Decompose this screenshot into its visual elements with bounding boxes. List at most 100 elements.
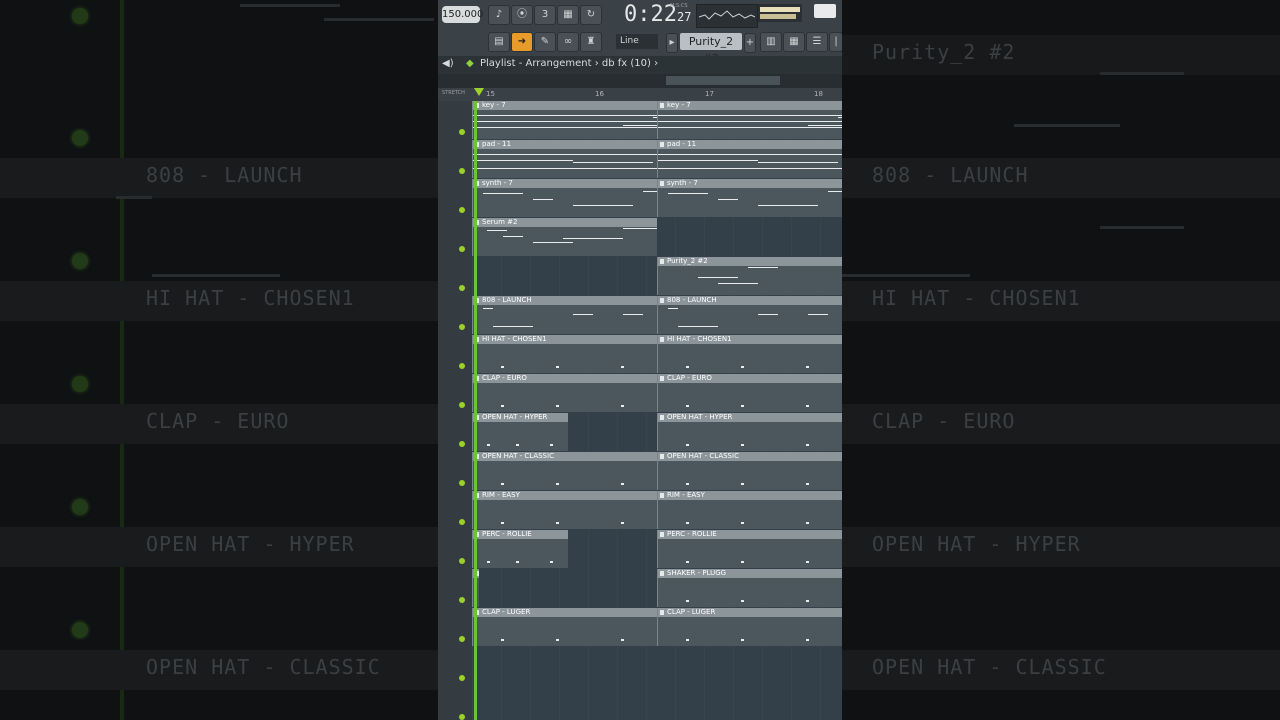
plugin-icon[interactable]: | bbox=[829, 32, 842, 52]
pattern-prev-icon[interactable]: ▸ bbox=[666, 33, 678, 53]
pattern-clip[interactable]: OPEN HAT - HYPER bbox=[472, 413, 569, 451]
loop-record-icon[interactable]: ↻ bbox=[580, 5, 602, 25]
pattern-clip[interactable]: Serum #2 bbox=[472, 218, 657, 256]
track-header[interactable] bbox=[438, 686, 472, 720]
pattern-selector[interactable]: Purity_2 #2 bbox=[680, 33, 742, 65]
track-mute-led[interactable] bbox=[459, 597, 465, 603]
clip-hit bbox=[741, 561, 745, 563]
pattern-clip[interactable]: RIM - EASY bbox=[472, 491, 657, 529]
pattern-clip[interactable]: PERC - ROLLIE bbox=[472, 530, 569, 568]
track-mute-led[interactable] bbox=[459, 285, 465, 291]
clip-body bbox=[658, 578, 842, 607]
pattern-clip[interactable]: key - 7 bbox=[657, 101, 842, 139]
clip-note bbox=[473, 154, 657, 155]
pattern-clip[interactable]: CLAP - LUGER bbox=[472, 608, 657, 646]
clip-note bbox=[493, 326, 533, 327]
track-header[interactable] bbox=[438, 374, 472, 414]
stamp-tool-icon[interactable]: ♜ bbox=[580, 32, 602, 52]
track-header[interactable] bbox=[438, 140, 472, 180]
track-mute-led[interactable] bbox=[459, 129, 465, 135]
pattern-add-icon[interactable]: + bbox=[744, 33, 756, 53]
clip-note bbox=[658, 121, 842, 122]
track-mute-led[interactable] bbox=[459, 675, 465, 681]
horizontal-scrollbar[interactable] bbox=[438, 74, 842, 88]
track-mute-led[interactable] bbox=[459, 207, 465, 213]
pattern-clip[interactable]: pad - 11 bbox=[472, 140, 657, 178]
track-header[interactable] bbox=[438, 296, 472, 336]
track-header[interactable] bbox=[438, 452, 472, 492]
countdown-icon[interactable]: 3 bbox=[534, 5, 556, 25]
track-header[interactable] bbox=[438, 101, 472, 141]
clip-note bbox=[678, 326, 718, 327]
pattern-clip[interactable]: OPEN HAT - HYPER bbox=[657, 413, 842, 451]
channel-rack-icon[interactable]: ▦ bbox=[783, 32, 805, 52]
record-mode-icon[interactable]: ⦿ bbox=[511, 5, 533, 25]
clip-note bbox=[658, 127, 842, 128]
track-mute-led[interactable] bbox=[459, 636, 465, 642]
pattern-clip[interactable]: key - 7 bbox=[472, 101, 657, 139]
pattern-clip[interactable]: Purity_2 #2 bbox=[657, 257, 842, 295]
track-mute-led[interactable] bbox=[459, 480, 465, 486]
pattern-clip[interactable]: CLAP - EURO bbox=[472, 374, 657, 412]
track-header[interactable] bbox=[438, 647, 472, 687]
piano-roll-icon[interactable]: ▤ bbox=[488, 32, 510, 52]
track-header[interactable] bbox=[438, 257, 472, 297]
pattern-clip[interactable]: 808 - LAUNCH bbox=[657, 296, 842, 334]
track-mute-led[interactable] bbox=[459, 714, 465, 720]
clip-note bbox=[623, 314, 643, 315]
track-header[interactable] bbox=[438, 413, 472, 453]
clip-label: pad - 11 bbox=[658, 140, 842, 149]
snap-select[interactable]: Line bbox=[616, 34, 658, 49]
track-mute-led[interactable] bbox=[459, 519, 465, 525]
bar-number: 17 bbox=[705, 90, 714, 98]
pattern-clip[interactable]: CLAP - EURO bbox=[657, 374, 842, 412]
pattern-clip[interactable]: OPEN HAT - CLASSIC bbox=[472, 452, 657, 490]
tempo-display[interactable]: 150.000 bbox=[442, 6, 483, 23]
track-header[interactable] bbox=[438, 179, 472, 219]
pattern-clip[interactable]: synth - 7 bbox=[657, 179, 842, 217]
track-mute-led[interactable] bbox=[459, 168, 465, 174]
clip-note bbox=[623, 228, 657, 229]
track-header[interactable] bbox=[438, 530, 472, 570]
pattern-clip[interactable]: CLAP - LUGER bbox=[657, 608, 842, 646]
arrow-tool-icon[interactable]: ➜ bbox=[511, 32, 533, 52]
clip-label: pad - 11 bbox=[473, 140, 657, 149]
clip-hit bbox=[500, 366, 504, 368]
track-header[interactable] bbox=[438, 569, 472, 609]
link-tool-icon[interactable]: ∞ bbox=[557, 32, 579, 52]
playlist-title[interactable]: Playlist - Arrangement bbox=[480, 58, 592, 69]
track-mute-led[interactable] bbox=[459, 402, 465, 408]
paint-tool-icon[interactable]: ✎ bbox=[534, 32, 556, 52]
speaker-icon[interactable]: ◀) bbox=[442, 58, 454, 69]
playlist-icon[interactable]: ▥ bbox=[760, 32, 782, 52]
track-mute-led[interactable] bbox=[459, 558, 465, 564]
track-header[interactable] bbox=[438, 491, 472, 531]
pattern-clip[interactable]: HI HAT - CHOSEN1 bbox=[657, 335, 842, 373]
mini-panel-icon[interactable] bbox=[814, 4, 836, 18]
pattern-clip[interactable]: 808 - LAUNCH bbox=[472, 296, 657, 334]
track-mute-led[interactable] bbox=[459, 363, 465, 369]
playhead-marker[interactable] bbox=[474, 88, 484, 96]
track-mute-led[interactable] bbox=[459, 441, 465, 447]
track-mute-led[interactable] bbox=[459, 324, 465, 330]
track-header[interactable] bbox=[438, 335, 472, 375]
pattern-clip[interactable]: synth - 7 bbox=[472, 179, 657, 217]
pattern-clip[interactable]: PERC - ROLLIE bbox=[657, 530, 842, 568]
timeline-ruler[interactable]: STRETCH 15 16 17 18 bbox=[438, 88, 842, 101]
metronome-icon[interactable]: ♪ bbox=[488, 5, 510, 25]
pattern-clip[interactable]: pad - 11 bbox=[657, 140, 842, 178]
pattern-clip[interactable]: SHAKER - PLUGG bbox=[657, 569, 842, 607]
mixer-icon[interactable]: ☰ bbox=[806, 32, 828, 52]
track-header[interactable] bbox=[438, 608, 472, 648]
pattern-clip[interactable]: OPEN HAT - CLASSIC bbox=[657, 452, 842, 490]
scroll-thumb[interactable] bbox=[666, 76, 780, 85]
step-edit-icon[interactable]: ▦ bbox=[557, 5, 579, 25]
pattern-clip[interactable]: HI HAT - CHOSEN1 bbox=[472, 335, 657, 373]
track-lane[interactable] bbox=[472, 686, 842, 720]
track-mute-led[interactable] bbox=[459, 246, 465, 252]
pattern-clip[interactable]: RIM - EASY bbox=[657, 491, 842, 529]
breadcrumb-item[interactable]: db fx (10) bbox=[602, 58, 651, 69]
track-lane[interactable] bbox=[472, 647, 842, 687]
playlist-icon[interactable]: ◆ bbox=[466, 58, 474, 69]
track-header[interactable] bbox=[438, 218, 472, 258]
